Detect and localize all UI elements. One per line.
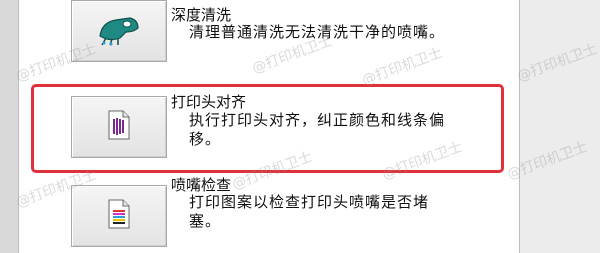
deep-clean-button[interactable] bbox=[71, 0, 167, 62]
deep-clean-description: 清理普通清洗无法清洗干净的喷嘴。 bbox=[189, 23, 446, 41]
deep-clean-icon bbox=[96, 12, 142, 50]
head-alignment-description: 执行打印头对齐，纠正颜色和线条偏 移。 bbox=[189, 111, 446, 148]
head-alignment-title: 打印头对齐 bbox=[171, 93, 247, 111]
head-alignment-icon bbox=[106, 110, 132, 144]
deep-clean-title: 深度清洗 bbox=[171, 6, 232, 24]
nozzle-check-title: 喷嘴检查 bbox=[171, 176, 232, 194]
head-alignment-button[interactable] bbox=[71, 96, 167, 158]
nozzle-check-button[interactable] bbox=[71, 185, 167, 247]
right-background bbox=[519, 0, 600, 253]
nozzle-check-description: 打印图案以检查打印头喷嘴是否堵 塞。 bbox=[189, 193, 430, 230]
nozzle-check-icon bbox=[106, 199, 132, 233]
maintenance-panel: 深度清洗 清理普通清洗无法清洗干净的喷嘴。 打印头对齐 执行打印头对齐，纠正颜色… bbox=[18, 0, 520, 253]
